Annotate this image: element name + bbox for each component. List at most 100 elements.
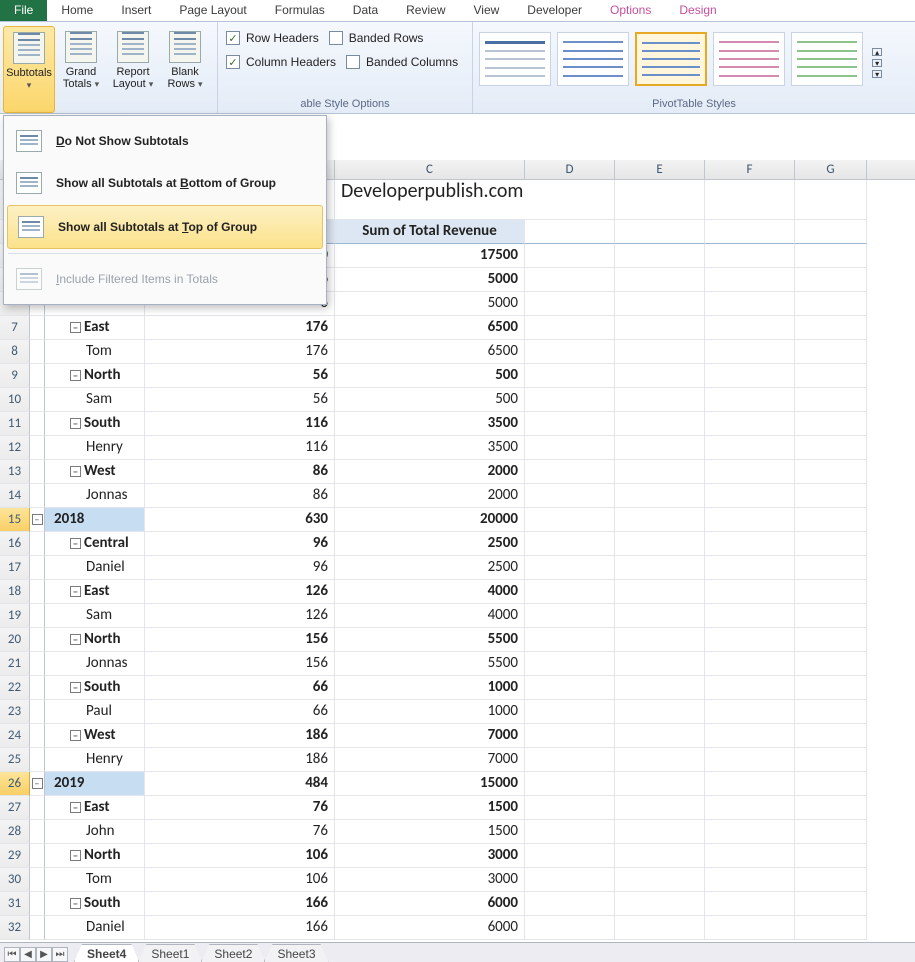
cell[interactable]	[615, 700, 705, 724]
cell[interactable]	[525, 604, 615, 628]
cell[interactable]: John	[45, 820, 145, 844]
grand-totals-button[interactable]: GrandTotals ▾	[55, 26, 107, 113]
cell[interactable]: 500	[335, 388, 525, 412]
cell[interactable]	[705, 364, 795, 388]
cell[interactable]: Jonnas	[45, 652, 145, 676]
tab-home[interactable]: Home	[47, 0, 107, 21]
col-header-f[interactable]: F	[705, 160, 795, 179]
cell[interactable]: 116	[145, 436, 335, 460]
sheet-tab-active[interactable]: Sheet4	[74, 944, 139, 962]
cell[interactable]: 106	[145, 844, 335, 868]
cell[interactable]	[795, 532, 867, 556]
sheet-tab[interactable]: Sheet3	[264, 944, 328, 962]
collapse-icon[interactable]: −	[70, 370, 81, 381]
cell[interactable]: Daniel	[45, 556, 145, 580]
cell[interactable]	[615, 460, 705, 484]
outline-toggle[interactable]: −	[30, 508, 45, 532]
row-header[interactable]: 9	[0, 364, 30, 388]
cell[interactable]	[525, 892, 615, 916]
cell[interactable]	[705, 532, 795, 556]
cell[interactable]: 126	[145, 604, 335, 628]
cell[interactable]	[525, 796, 615, 820]
cell[interactable]: −North	[45, 844, 145, 868]
cell[interactable]	[795, 316, 867, 340]
cell[interactable]	[525, 388, 615, 412]
cell[interactable]	[525, 220, 615, 244]
cell[interactable]: 6500	[335, 340, 525, 364]
cell[interactable]	[705, 244, 795, 268]
cell[interactable]	[795, 796, 867, 820]
cell[interactable]	[795, 748, 867, 772]
cell[interactable]	[705, 820, 795, 844]
row-header[interactable]: 12	[0, 436, 30, 460]
cell[interactable]	[525, 340, 615, 364]
outline-toggle[interactable]: −	[30, 772, 45, 796]
cell[interactable]	[615, 844, 705, 868]
collapse-icon[interactable]: −	[70, 850, 81, 861]
cell[interactable]: 2500	[335, 532, 525, 556]
cell[interactable]: 7000	[335, 724, 525, 748]
cell[interactable]	[705, 180, 795, 220]
cell[interactable]	[705, 580, 795, 604]
col-header-d[interactable]: D	[525, 160, 615, 179]
cell[interactable]	[525, 556, 615, 580]
cell[interactable]	[615, 412, 705, 436]
cell[interactable]	[795, 508, 867, 532]
cell[interactable]: 176	[145, 316, 335, 340]
cell[interactable]: 56	[145, 364, 335, 388]
style-thumb[interactable]	[713, 32, 785, 86]
tab-design[interactable]: Design	[665, 0, 730, 21]
cell[interactable]: 4000	[335, 604, 525, 628]
cell[interactable]	[615, 724, 705, 748]
cell[interactable]	[705, 340, 795, 364]
style-gallery[interactable]: ▴▾▾	[479, 26, 885, 93]
cell[interactable]: 126	[145, 580, 335, 604]
cell[interactable]: 1500	[335, 796, 525, 820]
col-header-c[interactable]: C	[335, 160, 525, 179]
tab-insert[interactable]: Insert	[107, 0, 165, 21]
collapse-icon[interactable]: −	[70, 586, 81, 597]
cell[interactable]: 6000	[335, 916, 525, 940]
cell[interactable]: 3500	[335, 436, 525, 460]
row-header[interactable]: 26	[0, 772, 30, 796]
cell[interactable]	[795, 180, 867, 220]
cell[interactable]	[705, 220, 795, 244]
cell[interactable]	[525, 748, 615, 772]
cell[interactable]	[795, 268, 867, 292]
sheet-nav-prev[interactable]: ◀	[20, 947, 36, 962]
col-header-e[interactable]: E	[615, 160, 705, 179]
cell[interactable]	[795, 412, 867, 436]
style-thumb[interactable]	[479, 32, 551, 86]
cell[interactable]	[615, 892, 705, 916]
cell[interactable]: Sam	[45, 388, 145, 412]
row-header[interactable]: 16	[0, 532, 30, 556]
cell[interactable]	[525, 844, 615, 868]
row-header[interactable]: 25	[0, 748, 30, 772]
cell[interactable]	[615, 484, 705, 508]
cell[interactable]: −South	[45, 676, 145, 700]
cell[interactable]	[795, 868, 867, 892]
collapse-icon[interactable]: −	[70, 802, 81, 813]
cell[interactable]: −North	[45, 628, 145, 652]
cell[interactable]	[525, 460, 615, 484]
cell[interactable]	[615, 364, 705, 388]
cell[interactable]: 1500	[335, 820, 525, 844]
cell[interactable]	[705, 916, 795, 940]
cell[interactable]	[615, 796, 705, 820]
cell[interactable]	[525, 436, 615, 460]
cell[interactable]	[705, 484, 795, 508]
collapse-icon[interactable]: −	[70, 538, 81, 549]
cell[interactable]	[525, 700, 615, 724]
collapse-icon[interactable]: −	[70, 418, 81, 429]
cell[interactable]: 7000	[335, 748, 525, 772]
cell[interactable]	[795, 436, 867, 460]
cell[interactable]	[615, 292, 705, 316]
cell[interactable]: 3000	[335, 868, 525, 892]
cell[interactable]: Henry	[45, 436, 145, 460]
cell[interactable]	[705, 844, 795, 868]
cell[interactable]	[615, 316, 705, 340]
cell[interactable]: 76	[145, 820, 335, 844]
cell[interactable]: 1000	[335, 676, 525, 700]
banded-columns-checkbox[interactable]: Banded Columns	[344, 50, 466, 74]
tab-file[interactable]: File	[0, 0, 47, 21]
